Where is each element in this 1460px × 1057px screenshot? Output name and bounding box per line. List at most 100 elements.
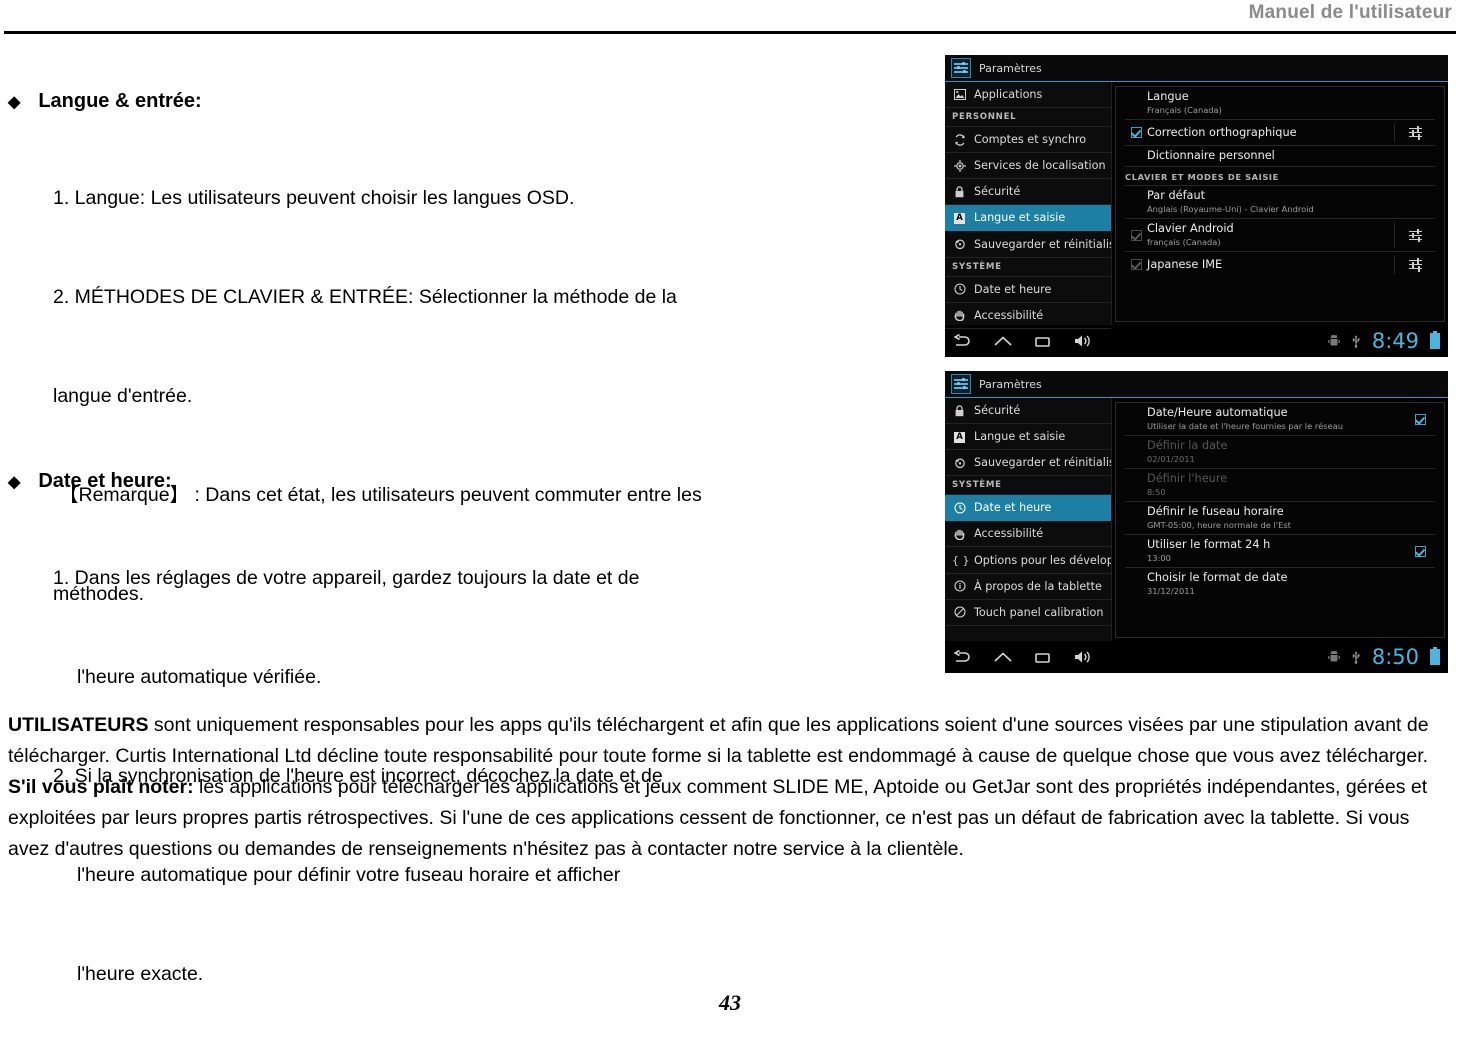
sidebar-item-options-developpeur[interactable]: { } Options pour les développe [945,547,1111,574]
calibration-icon [952,606,967,618]
recents-icon[interactable] [1033,334,1053,349]
sidebar-item-securite[interactable]: Sécurité [945,179,1111,206]
back-icon[interactable] [953,649,973,665]
row-checkbox-right[interactable] [1405,410,1435,429]
settings-sidebar: Applications PERSONNEL Comptes et synchr… [945,82,1112,329]
home-icon[interactable] [993,334,1013,349]
settings-titlebar: Paramètres [945,371,1448,398]
android-debug-icon [1328,650,1340,664]
row-action-slot[interactable] [1394,123,1435,142]
volume-icon[interactable] [1073,333,1097,349]
setting-row-clavier-android[interactable]: Clavier Android français (Canada) [1125,219,1435,252]
sidebar-item-langue-saisie[interactable]: A Langue et saisie [945,424,1111,451]
checkbox-checked-icon[interactable] [1414,545,1426,557]
sidebar-item-label: Langue et saisie [974,430,1066,444]
sidebar-item-touch-panel-calibration[interactable]: Touch panel calibration [945,600,1111,626]
android-navigation-bar: 8:49 [945,325,1448,357]
sidebar-item-label: Sécurité [974,404,1021,418]
volume-icon[interactable] [1073,649,1097,665]
sidebar-item-comptes-synchro[interactable]: Comptes et synchro [945,127,1111,154]
sidebar-item-accessibilite[interactable]: Accessibilité [945,521,1111,548]
settings-title-label: Paramètres [979,61,1042,75]
section-line: 1. Langue: Les utilisateurs peuvent choi… [53,187,575,209]
sidebar-item-label: Date et heure [974,501,1052,515]
checkbox-disabled-icon[interactable] [1130,259,1142,270]
paragraph-note: S'il vous plaît noter: les applications … [8,772,1454,865]
battery-icon [1430,647,1440,665]
back-icon[interactable] [953,333,973,349]
row-checkbox-right[interactable] [1405,542,1435,561]
location-icon [952,159,967,172]
lock-icon [952,186,967,198]
page-header: Manuel de l'utilisateur [0,0,1460,34]
setting-row-correction-orthographique[interactable]: Correction orthographique [1125,120,1435,146]
sidebar-item-label: Langue et saisie [974,211,1066,225]
sidebar-item-date-heure[interactable]: Date et heure [945,277,1111,303]
status-icons: 8:49 [1328,328,1440,353]
sidebar-item-securite[interactable]: Sécurité [945,398,1111,425]
paragraph-users: UTILISATEURS sont uniquement responsable… [8,710,1454,772]
section-heading: ◆ Date et heure: [8,468,908,496]
diamond-bullet-icon: ◆ [8,94,21,111]
status-clock: 8:49 [1371,328,1419,353]
row-subtitle: 13:00 [1147,553,1171,563]
row-text: Définir l'heure 8:50 [1147,472,1405,498]
sidebar-item-sauvegarder-reinitialiser[interactable]: Sauvegarder et réinitialiser [945,231,1111,258]
settings-sidebar: Sécurité A Langue et saisie Sauvegarder … [945,398,1112,641]
checkbox-checked-icon[interactable] [1414,413,1426,425]
settings-gear-icon [951,58,971,78]
row-text: Japanese IME [1147,258,1394,272]
setting-row-definir-fuseau-horaire[interactable]: Définir le fuseau horaire GMT-05:00, heu… [1125,502,1435,535]
setting-row-choisir-format-date[interactable]: Choisir le format de date 31/12/2011 [1125,568,1435,600]
recents-icon[interactable] [1033,650,1053,665]
row-checkbox-slot[interactable] [1125,255,1147,274]
letter-a-icon: A [952,430,967,444]
section-heading-text: Langue & entrée: [38,90,202,112]
row-subtitle: 31/12/2011 [1147,586,1195,596]
row-title: Date/Heure automatique [1147,406,1288,419]
setting-row-definir-l-heure: Définir l'heure 8:50 [1125,469,1435,502]
setting-row-langue[interactable]: Langue Français (Canada) [1125,87,1435,120]
sidebar-item-sauvegarder-reinitialiser[interactable]: Sauvegarder et réinitialiser [945,450,1111,477]
diamond-bullet-icon: ◆ [8,474,21,491]
settings-gear-icon [951,374,971,394]
sidebar-item-a-propos-tablette[interactable]: À propos de la tablette [945,574,1111,600]
setting-row-format-24h[interactable]: Utiliser le format 24 h 13:00 [1125,535,1435,568]
setting-row-japanese-ime[interactable]: Japanese IME [1125,252,1435,277]
setting-row-date-heure-automatique[interactable]: Date/Heure automatique Utiliser la date … [1125,403,1435,436]
image-icon [952,89,967,101]
language-settings-panel: Langue Français (Canada) Correction orth… [1115,86,1445,322]
row-text: Définir la date 02/01/2011 [1147,439,1405,465]
sidebar-item-services-localisation[interactable]: Services de localisation [945,153,1111,180]
letter-a-icon: A [952,211,967,225]
home-icon[interactable] [993,650,1013,665]
sidebar-item-date-heure[interactable]: Date et heure [945,495,1111,522]
row-action-slot[interactable] [1394,222,1435,248]
sliders-settings-icon[interactable] [1408,258,1422,272]
sidebar-item-langue-saisie[interactable]: A Langue et saisie [945,205,1111,232]
row-checkbox-slot[interactable] [1125,123,1147,142]
checkbox-checked-icon[interactable] [1130,127,1142,138]
row-title: Définir l'heure [1147,472,1228,485]
sliders-settings-icon[interactable] [1408,228,1422,242]
accessibility-hand-icon [952,309,967,322]
row-title: Utiliser le format 24 h [1147,538,1271,551]
page-number: 43 [719,990,741,1015]
row-action-slot[interactable] [1394,255,1435,274]
row-action-slot [1395,149,1435,163]
row-title: Correction orthographique [1147,125,1297,139]
sidebar-item-applications[interactable]: Applications [945,82,1111,109]
nav-buttons [953,649,1097,665]
sidebar-item-accessibilite[interactable]: Accessibilité [945,303,1111,329]
row-checkbox-slot[interactable] [1125,226,1147,245]
setting-row-dictionnaire-personnel[interactable]: Dictionnaire personnel [1125,146,1435,167]
setting-row-par-defaut[interactable]: Par défaut Anglais (Royaume-Uni) - Clavi… [1125,186,1435,219]
sidebar-group-personnel: PERSONNEL [945,108,1111,128]
paragraph-users-text: sont uniquement responsables pour les ap… [8,714,1429,767]
checkbox-disabled-icon[interactable] [1130,229,1142,241]
sidebar-item-label: Sauvegarder et réinitialiser [974,456,1111,470]
row-text: Dictionnaire personnel [1147,149,1395,163]
paragraph-users-lead: UTILISATEURS [8,714,149,736]
section-heading: ◆ Langue & entrée: [8,88,908,116]
sliders-settings-icon[interactable] [1408,126,1422,140]
